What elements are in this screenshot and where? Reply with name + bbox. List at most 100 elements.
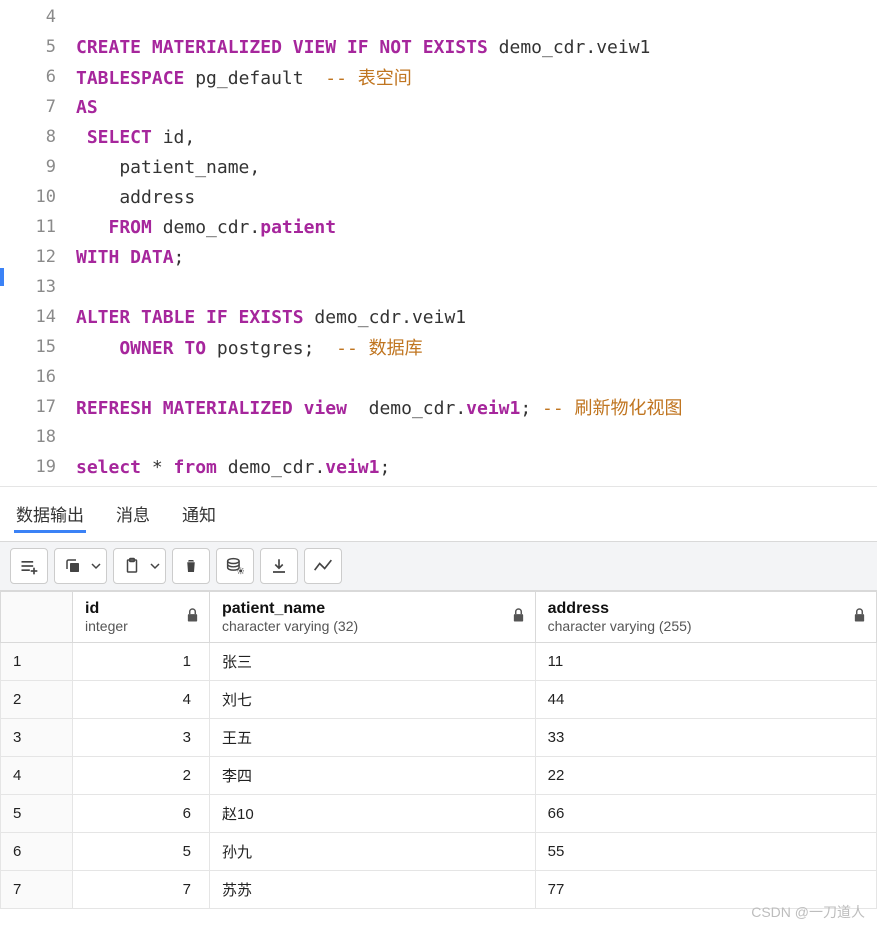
row-number: 4 — [1, 757, 73, 795]
lock-icon — [186, 608, 199, 627]
line-number: 18 — [0, 427, 76, 447]
col-name: patient_name — [222, 600, 523, 618]
cell-id[interactable]: 2 — [73, 757, 210, 795]
cell-address[interactable]: 66 — [535, 795, 876, 833]
line-number: 17 — [0, 397, 76, 417]
code-line[interactable]: 11 FROM demo_cdr.patient — [0, 212, 877, 242]
code-line[interactable]: 8 SELECT id, — [0, 122, 877, 152]
cell-patient-name[interactable]: 张三 — [210, 643, 536, 681]
table-row[interactable]: 65孙九55 — [1, 833, 877, 871]
cell-id[interactable]: 6 — [73, 795, 210, 833]
cell-id[interactable]: 7 — [73, 871, 210, 909]
column-header-patient-name[interactable]: patient_name character varying (32) — [210, 592, 536, 643]
code-line[interactable]: 5CREATE MATERIALIZED VIEW IF NOT EXISTS … — [0, 32, 877, 62]
line-number: 16 — [0, 367, 76, 387]
code-line[interactable]: 15 OWNER TO postgres; -- 数据库 — [0, 332, 877, 362]
code-line[interactable]: 18 — [0, 422, 877, 452]
tab-data-output[interactable]: 数据输出 — [14, 497, 86, 533]
code-content[interactable]: TABLESPACE pg_default -- 表空间 — [76, 64, 412, 90]
col-type: character varying (32) — [222, 618, 523, 634]
line-number: 7 — [0, 97, 76, 117]
copy-dropdown[interactable] — [85, 548, 107, 584]
code-content[interactable]: SELECT id, — [76, 127, 195, 148]
cell-patient-name[interactable]: 李四 — [210, 757, 536, 795]
table-row[interactable]: 56赵1066 — [1, 795, 877, 833]
code-content[interactable]: WITH DATA; — [76, 247, 184, 268]
code-content[interactable]: patient_name, — [76, 157, 260, 178]
delete-button[interactable] — [172, 548, 210, 584]
cell-address[interactable]: 22 — [535, 757, 876, 795]
table-row[interactable]: 77苏苏77 — [1, 871, 877, 909]
code-line[interactable]: 17REFRESH MATERIALIZED view demo_cdr.vei… — [0, 392, 877, 422]
code-line[interactable]: 7AS — [0, 92, 877, 122]
column-header-address[interactable]: address character varying (255) — [535, 592, 876, 643]
table-row[interactable]: 42李四22 — [1, 757, 877, 795]
cell-patient-name[interactable]: 刘七 — [210, 681, 536, 719]
results-toolbar — [0, 541, 877, 591]
result-panel-tabs: 数据输出 消息 通知 — [0, 486, 877, 541]
code-content[interactable]: CREATE MATERIALIZED VIEW IF NOT EXISTS d… — [76, 37, 650, 58]
selection-marker — [0, 268, 4, 286]
tab-messages[interactable]: 消息 — [114, 497, 152, 533]
line-number: 11 — [0, 217, 76, 237]
line-number: 8 — [0, 127, 76, 147]
code-line[interactable]: 9 patient_name, — [0, 152, 877, 182]
row-number: 1 — [1, 643, 73, 681]
cell-id[interactable]: 1 — [73, 643, 210, 681]
code-content[interactable] — [76, 367, 119, 388]
row-number: 6 — [1, 833, 73, 871]
code-line[interactable]: 14ALTER TABLE IF EXISTS demo_cdr.veiw1 — [0, 302, 877, 332]
paste-dropdown[interactable] — [144, 548, 166, 584]
download-button[interactable] — [260, 548, 298, 584]
cell-id[interactable]: 5 — [73, 833, 210, 871]
cell-patient-name[interactable]: 苏苏 — [210, 871, 536, 909]
code-content[interactable]: FROM demo_cdr.patient — [76, 217, 336, 238]
cell-address[interactable]: 11 — [535, 643, 876, 681]
line-number: 12 — [0, 247, 76, 267]
col-name: address — [548, 600, 864, 618]
row-number: 5 — [1, 795, 73, 833]
cell-address[interactable]: 55 — [535, 833, 876, 871]
code-content[interactable]: AS — [76, 97, 98, 118]
code-line[interactable]: 13 — [0, 272, 877, 302]
code-line[interactable]: 6TABLESPACE pg_default -- 表空间 — [0, 62, 877, 92]
line-number: 4 — [0, 7, 76, 27]
code-content[interactable]: OWNER TO postgres; -- 数据库 — [76, 334, 423, 360]
chart-button[interactable] — [304, 548, 342, 584]
cell-patient-name[interactable]: 王五 — [210, 719, 536, 757]
code-content[interactable]: ALTER TABLE IF EXISTS demo_cdr.veiw1 — [76, 307, 466, 328]
cell-patient-name[interactable]: 孙九 — [210, 833, 536, 871]
table-row[interactable]: 11张三11 — [1, 643, 877, 681]
column-header-id[interactable]: id integer — [73, 592, 210, 643]
cell-id[interactable]: 4 — [73, 681, 210, 719]
code-content[interactable]: select * from demo_cdr.veiw1; — [76, 457, 390, 478]
cell-address[interactable]: 44 — [535, 681, 876, 719]
code-line[interactable]: 4 — [0, 2, 877, 32]
code-line[interactable]: 12WITH DATA; — [0, 242, 877, 272]
col-name: id — [85, 600, 197, 618]
cell-patient-name[interactable]: 赵10 — [210, 795, 536, 833]
line-number: 15 — [0, 337, 76, 357]
table-row[interactable]: 24刘七44 — [1, 681, 877, 719]
watermark: CSDN @一刀道人 — [751, 902, 865, 922]
line-number: 14 — [0, 307, 76, 327]
code-content[interactable]: REFRESH MATERIALIZED view demo_cdr.veiw1… — [76, 394, 683, 420]
code-line[interactable]: 19select * from demo_cdr.veiw1; — [0, 452, 877, 482]
add-row-button[interactable] — [10, 548, 48, 584]
save-data-button[interactable] — [216, 548, 254, 584]
lock-icon — [853, 608, 866, 627]
line-number: 10 — [0, 187, 76, 207]
code-line[interactable]: 16 — [0, 362, 877, 392]
tab-notifications[interactable]: 通知 — [180, 497, 218, 533]
sql-editor[interactable]: 4 5CREATE MATERIALIZED VIEW IF NOT EXISTS… — [0, 0, 877, 482]
line-number: 5 — [0, 37, 76, 57]
code-line[interactable]: 10 address — [0, 182, 877, 212]
row-number: 7 — [1, 871, 73, 909]
table-row[interactable]: 33王五33 — [1, 719, 877, 757]
code-content[interactable]: address — [76, 187, 195, 208]
row-number: 2 — [1, 681, 73, 719]
cell-address[interactable]: 33 — [535, 719, 876, 757]
line-number: 9 — [0, 157, 76, 177]
cell-id[interactable]: 3 — [73, 719, 210, 757]
results-grid[interactable]: id integer patient_name character varyin… — [0, 591, 877, 909]
